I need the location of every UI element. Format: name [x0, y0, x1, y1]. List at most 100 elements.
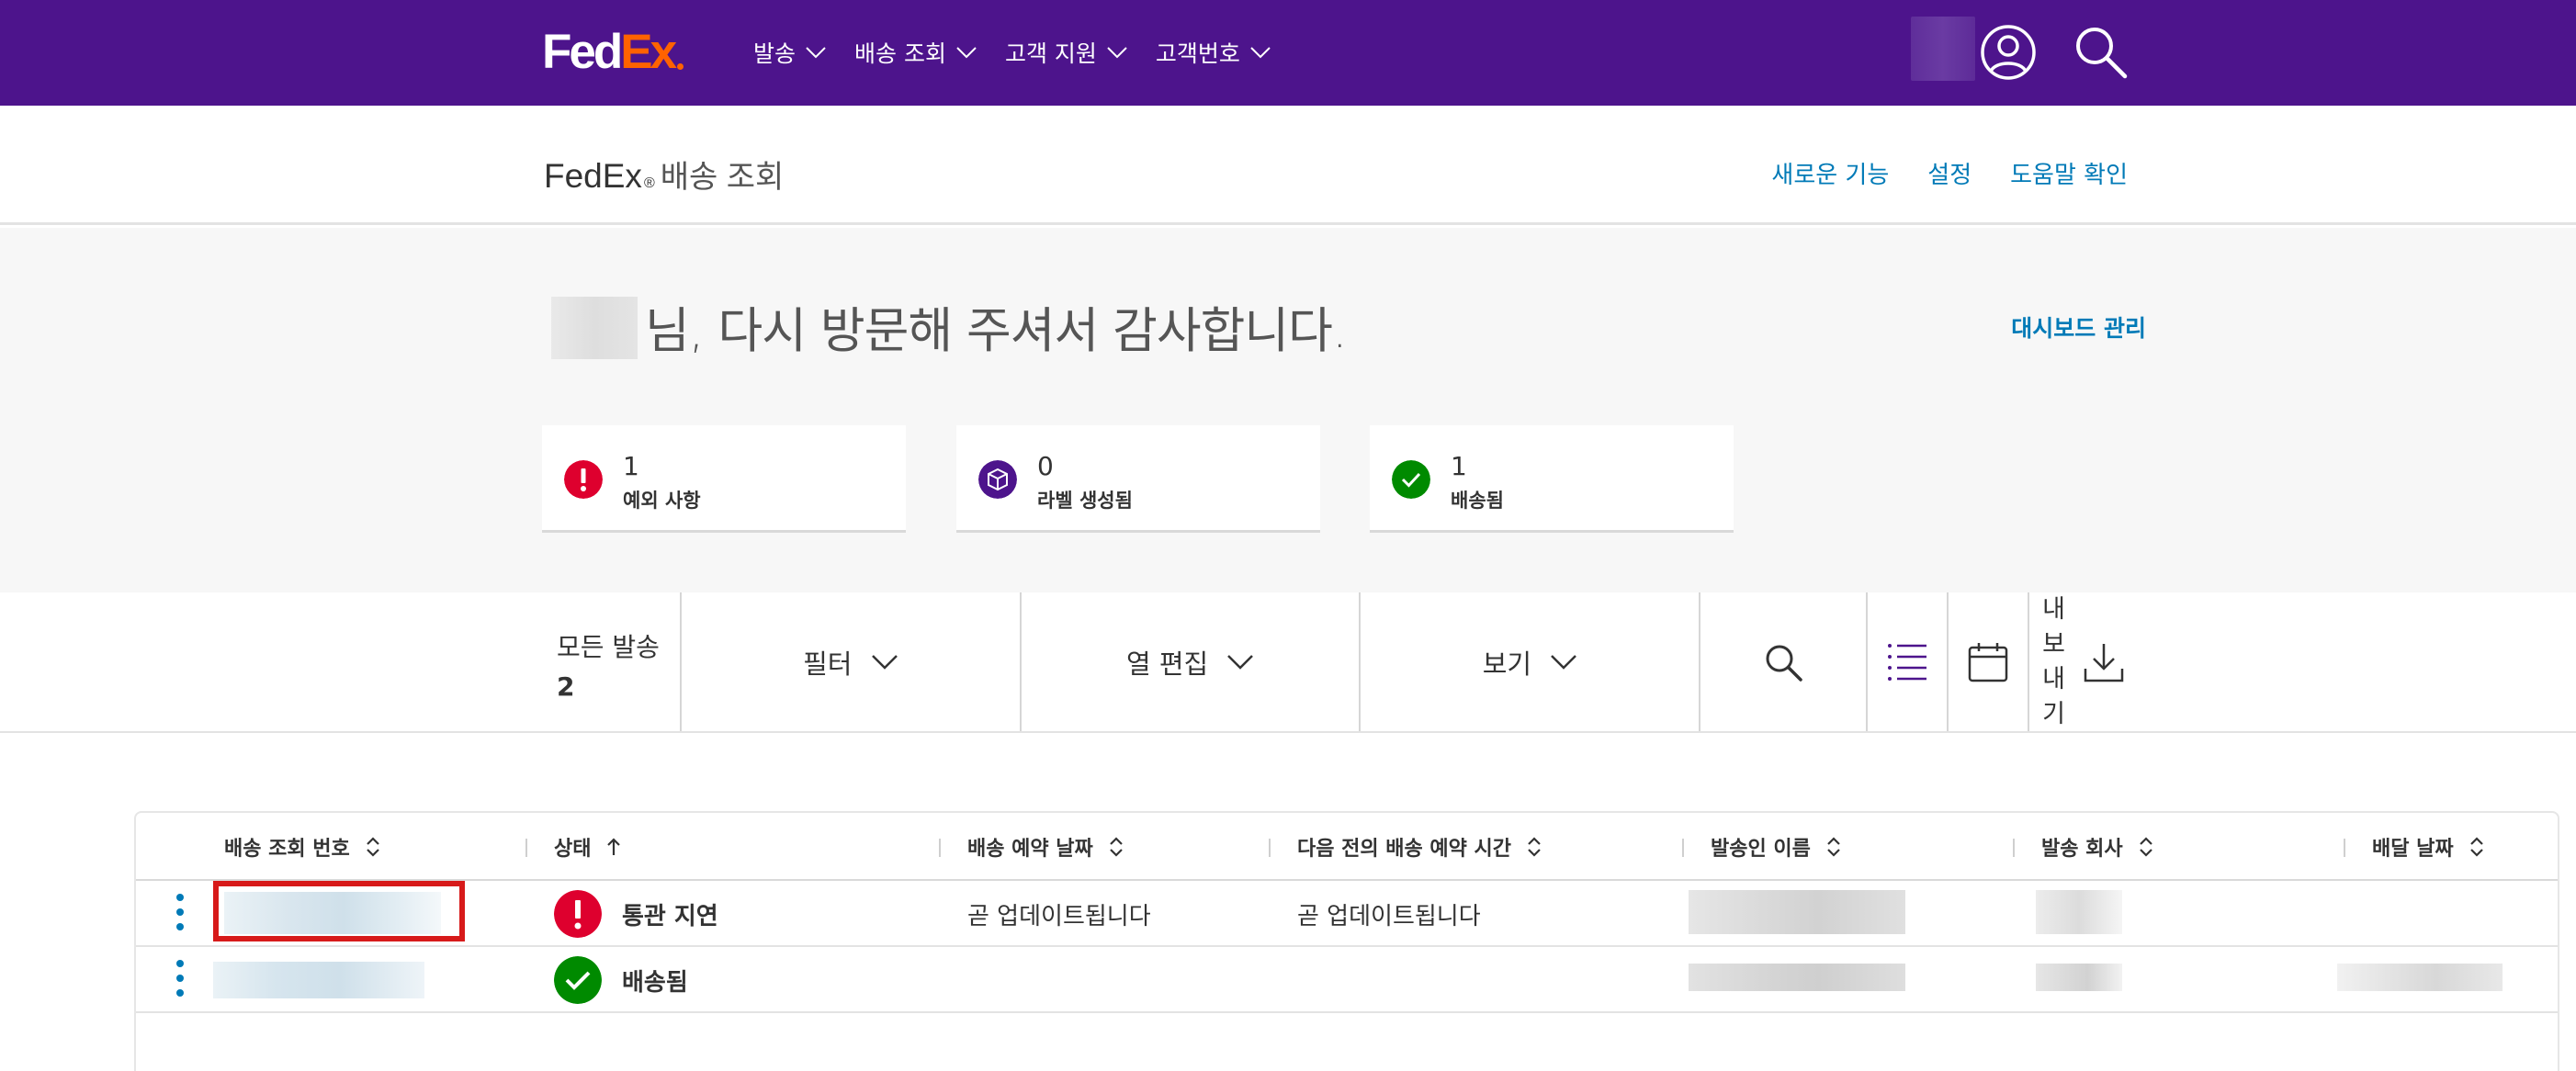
- table-row[interactable]: 통관 지연 곧 업데이트됩니다 곧 업데이트됩니다: [136, 881, 2558, 947]
- help-link[interactable]: 도움말 확인: [2010, 156, 2128, 190]
- page-title: FedEx ® 배송 조회: [544, 152, 784, 197]
- sort-both-icon: [2469, 837, 2483, 857]
- calendar-icon: [1968, 643, 2008, 682]
- list-view-button[interactable]: [1868, 592, 1949, 732]
- exceptions-count: 1: [623, 451, 639, 481]
- whats-new-link[interactable]: 새로운 기능: [1771, 156, 1889, 190]
- search-icon[interactable]: [2072, 23, 2130, 82]
- column-header-scheduled-time[interactable]: 다음 전의 배송 예약 시간: [1297, 813, 1542, 881]
- column-label: 배송 예약 날짜: [967, 838, 1093, 861]
- column-header-tracking-number[interactable]: 배송 조회 번호: [224, 813, 381, 881]
- subheader-links: 새로운 기능 설정 도움말 확인: [1771, 156, 2128, 190]
- column-header-shipper-company[interactable]: 발송 회사: [2041, 813, 2154, 881]
- download-icon: [2084, 644, 2124, 682]
- nav-item-label: 배송 조회: [854, 40, 946, 67]
- redacted-tracking-number[interactable]: [213, 962, 424, 998]
- column-header-status[interactable]: 상태: [554, 813, 622, 881]
- view-dropdown[interactable]: 보기: [1361, 592, 1701, 732]
- column-header-scheduled-date[interactable]: 배송 예약 날짜: [967, 813, 1124, 881]
- calendar-view-button[interactable]: [1949, 592, 2030, 732]
- column-header-delivery-date[interactable]: 배달 날짜: [2372, 813, 2485, 881]
- table-header: 배송 조회 번호 상태 배송 예약 날짜 다음 전의 배송 예약 시간 발송인 …: [136, 813, 2558, 881]
- edit-columns-dropdown[interactable]: 열 편집: [1022, 592, 1361, 732]
- nav-item-label: 발송: [753, 40, 797, 67]
- delivered-label: 배송됨: [1451, 490, 1504, 512]
- redacted-username: [1911, 17, 1975, 81]
- label-created-label: 라벨 생성됨: [1037, 490, 1133, 512]
- row-actions-kebab-icon[interactable]: [175, 894, 186, 936]
- logo-dot: [677, 63, 684, 70]
- exclamation-icon: [564, 460, 603, 499]
- chevron-down-icon: [956, 47, 977, 59]
- nav-item-account[interactable]: 고객번호: [1156, 36, 1271, 69]
- column-label: 발송인 이름: [1711, 838, 1811, 861]
- delivered-count: 1: [1451, 451, 1467, 481]
- export-button[interactable]: 내 보 내 기: [2029, 592, 2147, 732]
- all-shipments-label: 모든 발송: [557, 632, 660, 662]
- column-header-shipper-name[interactable]: 발송인 이름: [1711, 813, 1842, 881]
- all-shipments-tab[interactable]: 모든 발송 2: [542, 592, 682, 732]
- view-label: 보기: [1482, 648, 1532, 680]
- nav-item-track[interactable]: 배송 조회: [854, 36, 977, 69]
- manage-dashboard-link[interactable]: 대시보드 관리: [2011, 310, 2146, 344]
- sort-ascending-icon: [607, 838, 621, 855]
- logo-fed: Fed: [542, 25, 623, 79]
- redacted-delivery-date: [2337, 964, 2503, 991]
- brand-name: FedEx: [544, 157, 642, 195]
- column-separator: [2013, 839, 2015, 857]
- exceptions-card[interactable]: 1 예외 사항: [542, 425, 906, 533]
- table-row[interactable]: 배송됨: [136, 947, 2558, 1013]
- status-text: 배송됨: [622, 968, 688, 997]
- nav-item-support[interactable]: 고객 지원: [1005, 36, 1128, 69]
- delivered-card[interactable]: 1 배송됨: [1370, 425, 1734, 533]
- redacted-shipper-name: [1689, 964, 1905, 991]
- column-separator: [525, 839, 527, 857]
- tracking-subheader: FedEx ® 배송 조회 새로운 기능 설정 도움말 확인: [0, 106, 2576, 225]
- status-cell: 배송됨: [554, 947, 688, 1013]
- nav-item-ship[interactable]: 발송: [753, 36, 827, 69]
- label-created-card[interactable]: 0 라벨 생성됨: [956, 425, 1320, 533]
- chevron-down-icon: [1551, 655, 1576, 670]
- column-label: 다음 전의 배송 예약 시간: [1297, 838, 1512, 861]
- sort-both-icon: [2139, 837, 2152, 857]
- exclamation-icon: [554, 890, 602, 938]
- column-separator: [1682, 839, 1684, 857]
- settings-link[interactable]: 설정: [1927, 156, 1972, 190]
- top-navigation: FedEx 발송 배송 조회 고객 지원 고객번호: [0, 0, 2576, 106]
- sort-both-icon: [1109, 837, 1123, 857]
- chevron-down-icon: [871, 655, 898, 670]
- column-label: 상태: [554, 838, 592, 861]
- export-char: 내: [2042, 595, 2065, 624]
- column-separator: [2344, 839, 2345, 857]
- column-label: 배송 조회 번호: [224, 838, 350, 861]
- welcome-section: 님, 다시 방문해 주셔서 감사합니다. 대시보드 관리 1 예외 사항 0 라…: [0, 228, 2576, 592]
- sort-both-icon: [366, 837, 379, 857]
- logo-ex: Ex: [620, 25, 677, 79]
- toolbar-divider: [0, 731, 2576, 733]
- sort-both-icon: [1827, 837, 1840, 857]
- column-separator: [939, 839, 941, 857]
- row-actions-kebab-icon[interactable]: [175, 960, 186, 1002]
- column-separator: [1269, 839, 1271, 857]
- chevron-down-icon: [1107, 47, 1127, 59]
- exceptions-label: 예외 사항: [623, 490, 701, 512]
- registered-mark: ®: [643, 175, 655, 191]
- page-name: 배송 조회: [660, 160, 785, 195]
- status-text: 통관 지연: [622, 902, 718, 930]
- fedex-logo[interactable]: FedEx: [542, 25, 684, 79]
- checkmark-icon: [554, 956, 602, 1004]
- status-cell: 통관 지연: [554, 881, 718, 947]
- user-circle-icon[interactable]: [1980, 24, 2037, 81]
- export-char: 기: [2042, 700, 2065, 728]
- welcome-message: 님, 다시 방문해 주셔서 감사합니다.: [645, 303, 1348, 359]
- export-char: 내: [2042, 665, 2065, 693]
- scheduled-date-cell: 곧 업데이트됩니다: [967, 902, 1151, 930]
- redacted-shipper-company: [2036, 890, 2122, 934]
- sort-both-icon: [1528, 837, 1541, 857]
- chevron-down-icon: [806, 47, 826, 59]
- redacted-name: [551, 297, 638, 359]
- search-button[interactable]: [1700, 592, 1869, 732]
- filter-dropdown[interactable]: 필터: [682, 592, 1022, 732]
- main-menu: 발송 배송 조회 고객 지원 고객번호: [753, 33, 1271, 72]
- search-icon: [1766, 645, 1802, 682]
